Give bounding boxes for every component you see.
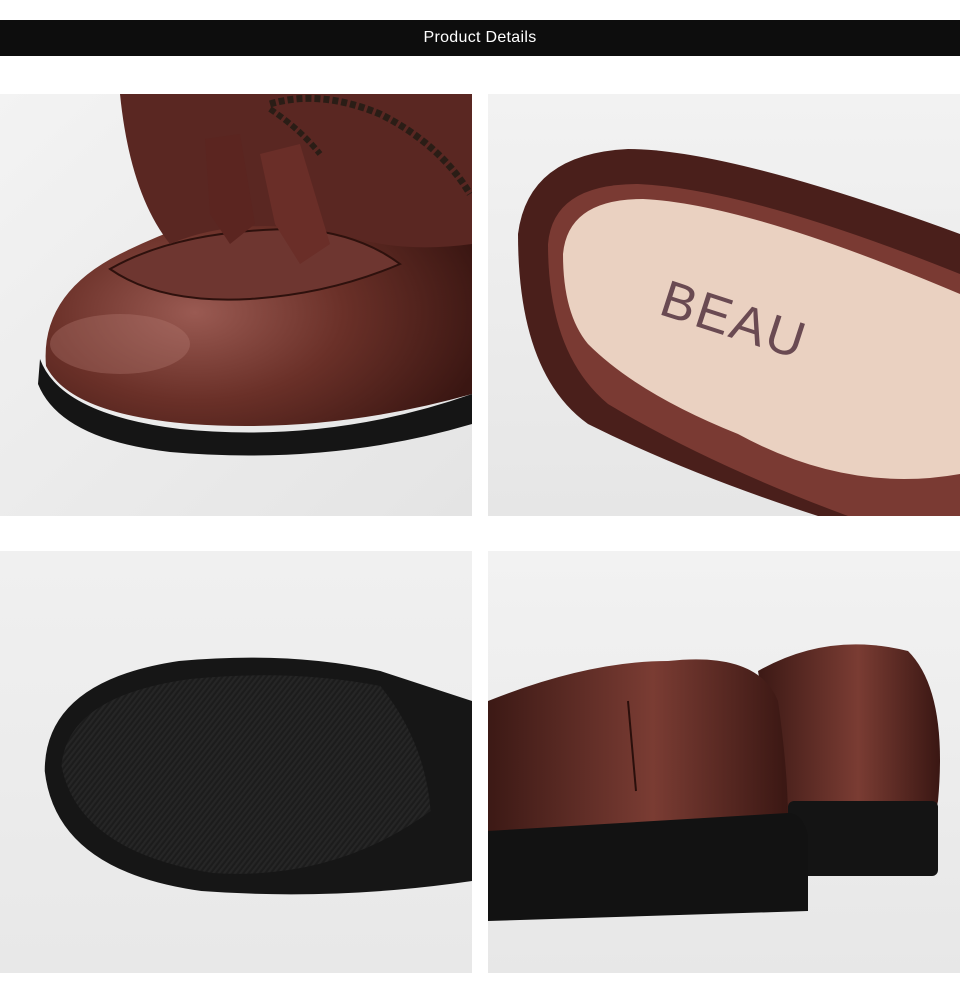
detail-insole-image: BEAU — [488, 94, 960, 516]
header-bar: Product Details — [0, 20, 960, 56]
detail-toe-tassel-image — [0, 94, 472, 516]
page-title: Product Details — [423, 29, 537, 46]
detail-outsole-image — [0, 551, 472, 973]
detail-heel-image — [488, 551, 960, 973]
